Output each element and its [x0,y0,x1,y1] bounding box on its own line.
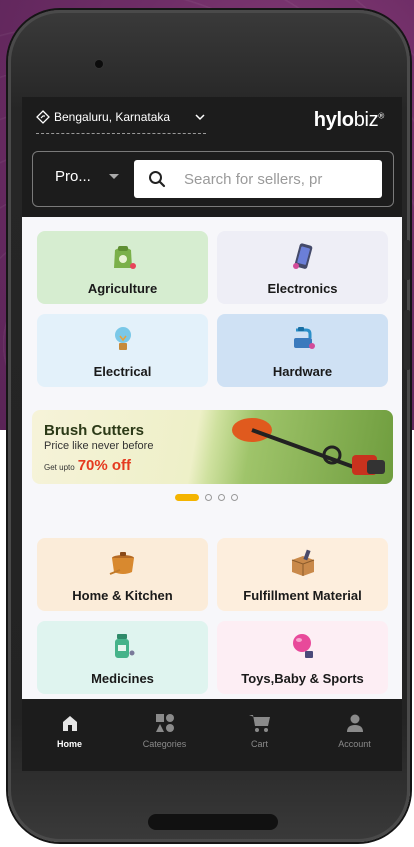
search-box [134,160,382,198]
banner-offer: Get upto 70% off [44,457,132,474]
location-selector[interactable]: Bengaluru, Karnataka [36,107,206,134]
light-bulb-icon [114,327,131,350]
cooking-pot-icon [109,552,134,575]
category-home-kitchen[interactable]: Home & Kitchen [37,538,208,611]
water-tap-icon [293,327,315,349]
app-screen: Bengaluru, Karnataka hylobiz® Pro... Sea… [22,97,402,771]
category-electrical[interactable]: Electrical [37,314,208,387]
category-toys-baby-sports[interactable]: Toys,Baby & Sports [217,621,388,694]
category-fulfillment-material[interactable]: Fulfillment Material [217,538,388,611]
carousel-dot[interactable] [205,494,212,501]
search-bar: Pro... [32,151,394,207]
category-label: Agriculture [87,281,158,296]
category-label: Electrical [93,364,152,379]
category-label: Hardware [272,364,333,379]
search-input[interactable] [182,169,376,189]
brush-cutter-image [232,418,385,475]
promo-banner[interactable]: Brush Cutters Price like never before Ge… [32,410,393,484]
volume-button [404,240,410,280]
category-electronics[interactable]: Electronics [217,231,388,304]
search-icon[interactable] [148,170,166,188]
medicine-bottle-icon [114,634,134,658]
home-icon [62,716,77,731]
app-header: Bengaluru, Karnataka hylobiz® Pro... [22,97,402,217]
nav-categories[interactable]: Categories [117,699,212,771]
banner-subtitle: Price like never before [44,440,154,452]
power-button [404,310,410,370]
nav-account[interactable]: Account [307,699,402,771]
category-label: Toys,Baby & Sports [241,671,364,686]
banner-title: Brush Cutters [44,422,145,439]
category-label: Home & Kitchen [72,588,173,603]
nav-home[interactable]: Home [22,699,117,771]
chevron-down-icon [195,114,205,121]
carousel-dot[interactable] [231,494,238,501]
smartphone-icon [292,243,312,269]
category-hardware[interactable]: Hardware [217,314,388,387]
category-medicines[interactable]: Medicines [37,621,208,694]
front-camera [95,60,103,68]
category-agriculture[interactable]: Agriculture [37,231,208,304]
category-label: Medicines [91,671,154,686]
carousel-indicator [175,494,238,501]
categories-icon [155,714,174,732]
hylobiz-logo: hylobiz® [313,109,384,131]
cart-icon [248,715,270,732]
nav-cart[interactable]: Cart [212,699,307,771]
carousel-dot[interactable] [218,494,225,501]
location-diamond-icon [36,110,50,124]
bottom-navigation: Home Categories Cart Account [22,699,402,771]
toy-ball-icon [292,634,313,658]
search-type-dropdown[interactable]: Pro... [55,168,119,185]
account-icon [346,714,363,732]
cardboard-box-icon [291,549,314,576]
carousel-dot-active[interactable] [175,494,199,501]
location-text: Bengaluru, Karnataka [54,110,171,124]
fertilizer-bag-icon [113,246,136,269]
bottom-speaker [148,814,278,830]
caret-down-icon [108,174,119,179]
category-label: Electronics [267,281,338,296]
category-label: Fulfillment Material [243,588,362,603]
dropdown-label: Pro... [55,168,91,185]
